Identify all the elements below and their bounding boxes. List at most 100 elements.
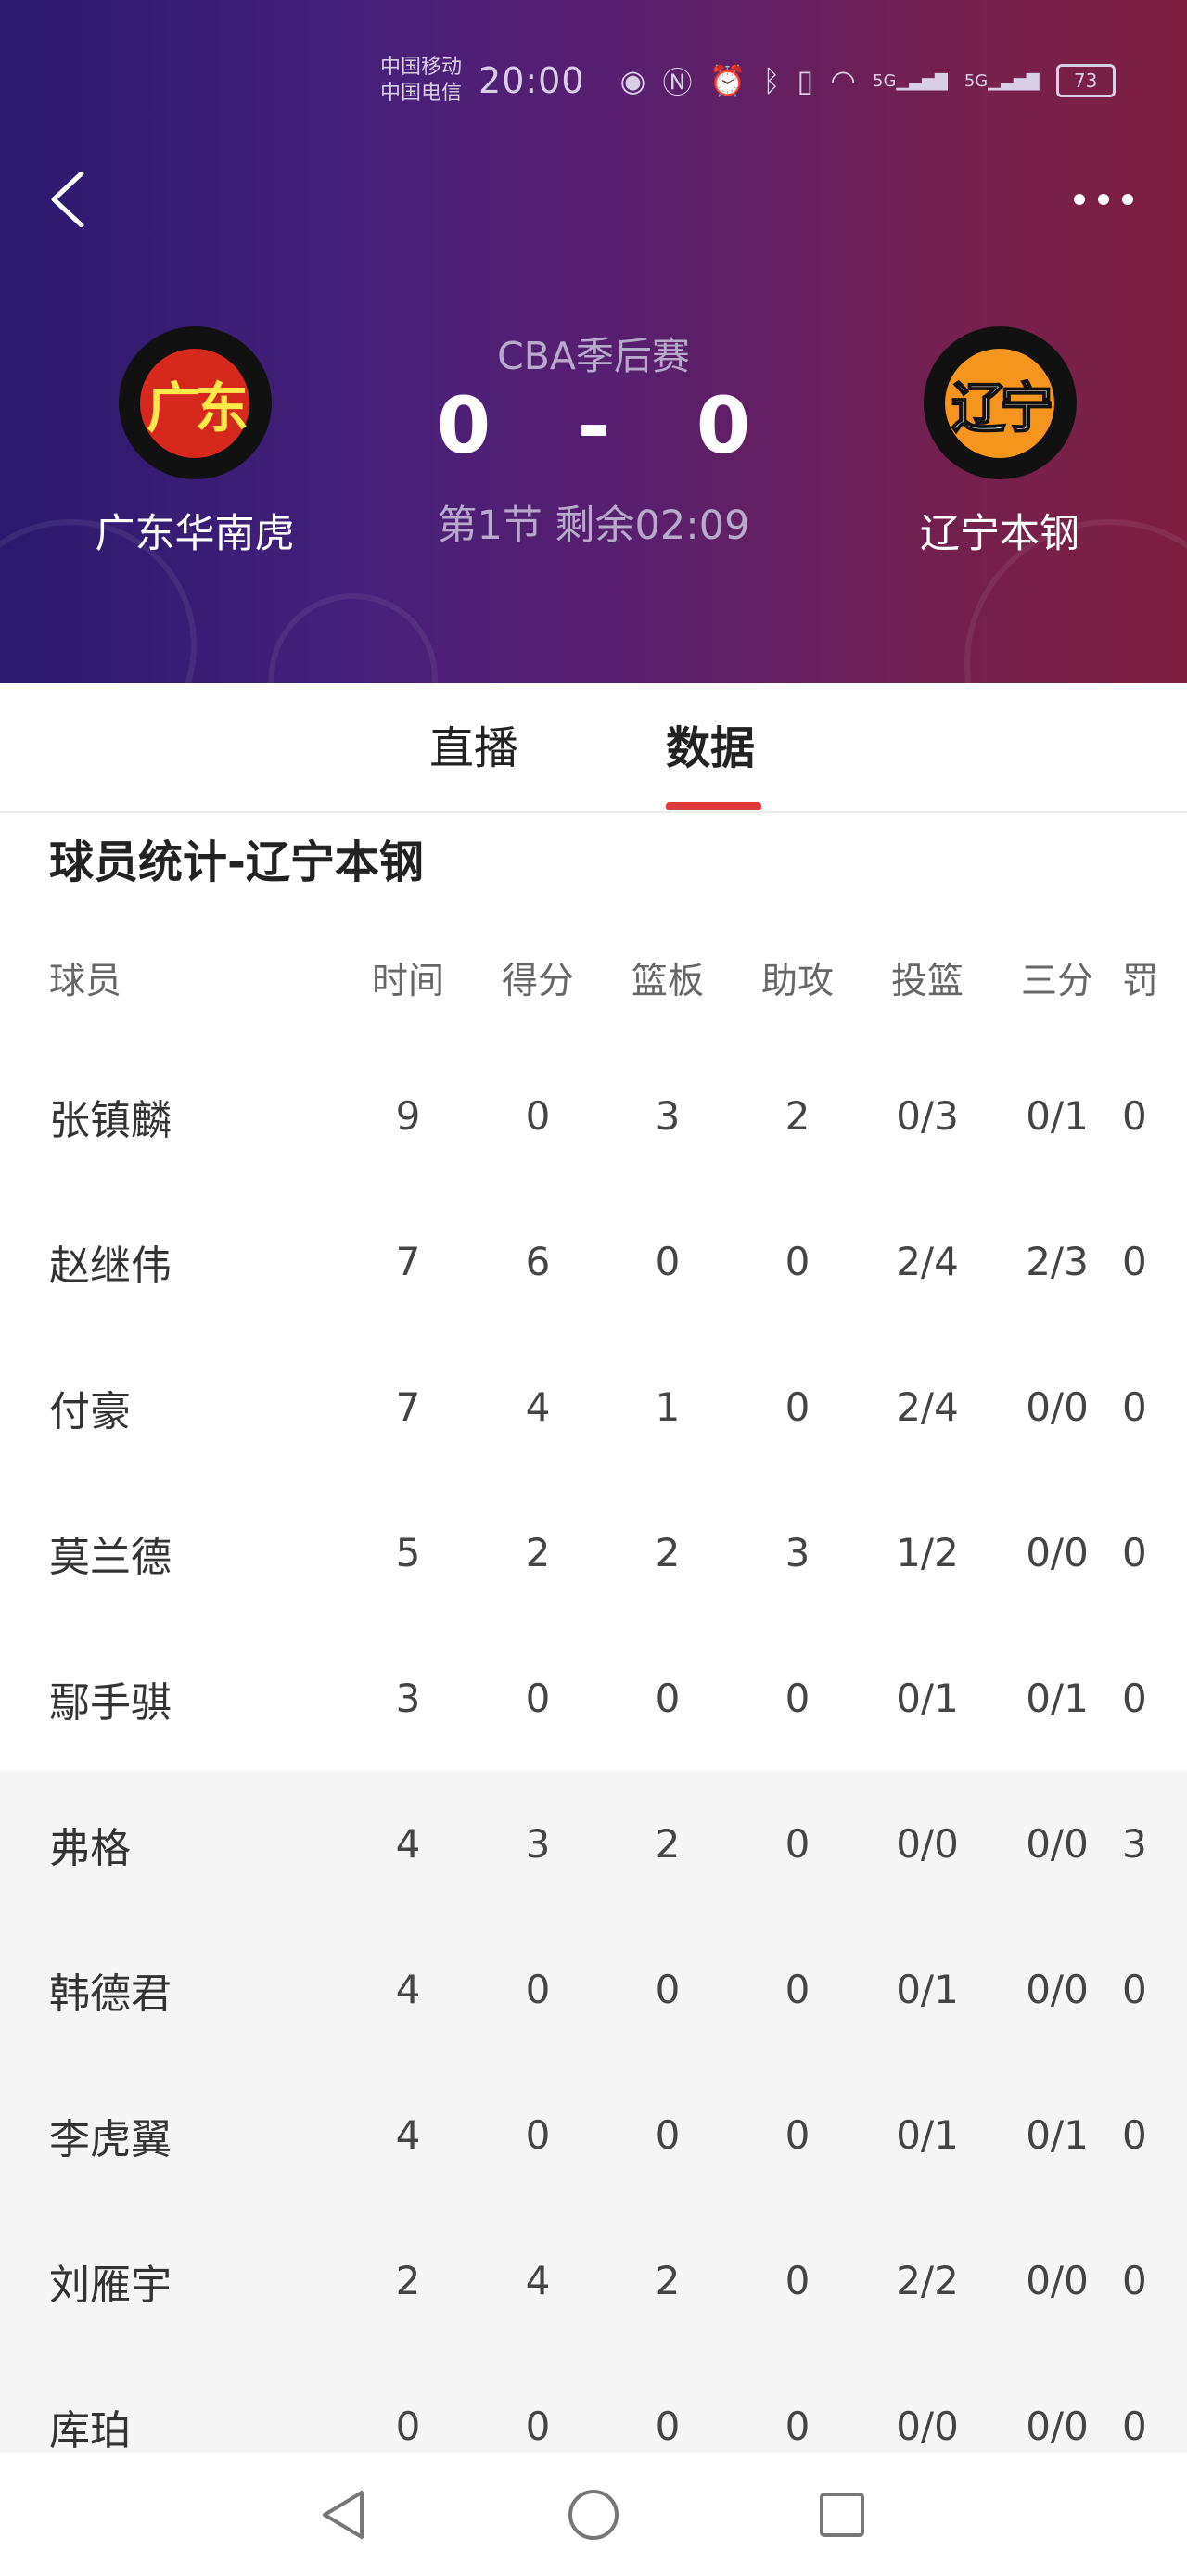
away-score: 0 bbox=[696, 380, 751, 471]
status-time: 20:00 bbox=[479, 60, 585, 101]
table-row[interactable]: 赵继伟 7 6 0 0 2/4 2/3 0 bbox=[0, 1189, 1187, 1334]
stat-cell: 0/0 bbox=[1026, 1384, 1089, 1430]
away-team-logo: 辽宁 bbox=[923, 326, 1077, 479]
player-name: 鄢手骐 bbox=[49, 1678, 172, 1727]
stat-cell: 6 bbox=[525, 1239, 551, 1284]
more-dots-icon bbox=[1074, 194, 1133, 205]
tab-data[interactable]: 数据 bbox=[666, 711, 755, 776]
home-team[interactable]: 广东 广东华南虎 bbox=[56, 326, 334, 559]
score-separator: - bbox=[577, 380, 610, 471]
battery-icon: 73 bbox=[1055, 64, 1116, 97]
stat-cell: 0 bbox=[655, 1239, 681, 1284]
stat-cell: 0 bbox=[1122, 2258, 1147, 2303]
col-header-rebounds: 篮板 bbox=[631, 961, 704, 1002]
away-team[interactable]: 辽宁 辽宁本钢 bbox=[861, 326, 1139, 559]
player-name: 弗格 bbox=[49, 1824, 131, 1872]
stat-cell: 4 bbox=[395, 1821, 421, 1867]
stat-cell: 0 bbox=[525, 1967, 551, 2012]
stat-cell: 0/0 bbox=[896, 1821, 959, 1867]
nav-recents-button[interactable] bbox=[812, 2485, 872, 2544]
league-name: CBA季后赛 bbox=[497, 334, 690, 378]
nav-home-button[interactable] bbox=[564, 2485, 623, 2544]
stat-cell: 4 bbox=[525, 2258, 551, 2303]
carrier-labels: 中国移动 中国电信 bbox=[380, 55, 462, 107]
stat-cell: 0/1 bbox=[1026, 1676, 1089, 1721]
stat-cell: 0/1 bbox=[1026, 2112, 1089, 2158]
stat-cell: 0 bbox=[1122, 1384, 1147, 1430]
more-button[interactable] bbox=[1066, 181, 1141, 218]
stat-cell: 0 bbox=[1122, 2404, 1147, 2449]
stat-cell: 0 bbox=[1122, 1530, 1147, 1575]
table-row[interactable]: 弗格 4 3 2 0 0/0 0/0 3 bbox=[0, 1771, 1187, 1917]
stat-cell: 3 bbox=[395, 1676, 421, 1721]
col-header-assists: 助攻 bbox=[760, 961, 834, 1002]
stat-cell: 0 bbox=[785, 1239, 810, 1284]
signal-1-icon: 5G▁▃▅▇ bbox=[873, 70, 948, 91]
stat-cell: 2/4 bbox=[896, 1239, 959, 1284]
stat-cell: 3 bbox=[785, 1530, 810, 1575]
stat-cell: 0 bbox=[525, 2112, 551, 2158]
col-header-three-pointers: 三分 bbox=[1020, 961, 1093, 1002]
stat-cell: 0/1 bbox=[896, 2112, 959, 2158]
match-header: 中国移动 中国电信 20:00 ◉ Ⓝ ⏰ ᛒ ▯ ◠ 5G▁▃▅▇ 5G▁▃▅… bbox=[0, 0, 1187, 683]
stat-cell: 0/0 bbox=[1026, 1530, 1089, 1575]
home-score: 0 bbox=[436, 380, 491, 471]
carrier-2: 中国电信 bbox=[380, 82, 463, 105]
player-name: 韩德君 bbox=[49, 1970, 172, 2018]
player-name: 李虎翼 bbox=[49, 2115, 172, 2163]
table-row[interactable]: 莫兰德 5 2 2 3 1/2 0/0 0 bbox=[0, 1480, 1187, 1626]
table-row[interactable]: 鄢手骐 3 0 0 0 0/1 0/1 0 bbox=[0, 1626, 1187, 1771]
game-period: 第1节 剩余02:09 bbox=[437, 503, 750, 549]
stat-cell: 0 bbox=[785, 1821, 810, 1867]
circle-home-icon bbox=[568, 2490, 619, 2540]
stats-section-title: 球员统计-辽宁本钢 bbox=[49, 836, 424, 888]
home-logo-text: 广东 bbox=[146, 376, 249, 440]
eye-icon: ◉ bbox=[619, 63, 646, 98]
table-row[interactable]: 付豪 7 4 1 0 2/4 0/0 0 bbox=[0, 1334, 1187, 1480]
stat-cell: 5 bbox=[395, 1530, 421, 1575]
stat-cell: 0/1 bbox=[896, 1676, 959, 1721]
bluetooth-icon: ᛒ bbox=[762, 63, 781, 98]
col-header-player: 球员 bbox=[49, 961, 122, 1002]
chevron-left-icon bbox=[51, 171, 84, 228]
stat-cell: 0/1 bbox=[1026, 1093, 1089, 1139]
stat-cell: 2 bbox=[655, 2258, 681, 2303]
back-button[interactable] bbox=[46, 171, 93, 228]
stat-cell: 7 bbox=[395, 1384, 421, 1430]
stat-cell: 0/1 bbox=[896, 1967, 959, 2012]
stat-cell: 9 bbox=[395, 1093, 421, 1139]
table-row[interactable]: 张镇麟 9 0 3 2 0/3 0/1 0 bbox=[0, 1043, 1187, 1189]
stat-cell: 4 bbox=[395, 1967, 421, 2012]
stat-cell: 3 bbox=[525, 1821, 551, 1867]
table-row[interactable]: 李虎翼 4 0 0 0 0/1 0/1 0 bbox=[0, 2062, 1187, 2208]
scoreboard: 0 - 0 bbox=[408, 380, 779, 471]
stat-cell: 0 bbox=[655, 2112, 681, 2158]
stat-cell: 1/2 bbox=[896, 1530, 959, 1575]
stat-cell: 0 bbox=[1122, 1967, 1147, 2012]
stat-cell: 0/3 bbox=[896, 1093, 959, 1139]
stat-cell: 0 bbox=[785, 1967, 810, 2012]
col-header-points: 得分 bbox=[501, 961, 574, 1002]
stat-cell: 2 bbox=[785, 1093, 810, 1139]
nav-back-button[interactable] bbox=[315, 2485, 375, 2544]
stat-cell: 3 bbox=[655, 1093, 681, 1139]
stat-cell: 0 bbox=[1122, 1093, 1147, 1139]
stat-cell: 0/0 bbox=[1026, 2404, 1089, 2449]
decor-circle bbox=[269, 593, 438, 683]
table-header: 球员 时间 得分 篮板 助攻 投篮 三分 罚 bbox=[0, 913, 1187, 1043]
stat-cell: 2 bbox=[655, 1530, 681, 1575]
stat-cell: 0/0 bbox=[1026, 2258, 1089, 2303]
table-row[interactable]: 韩德君 4 0 0 0 0/1 0/0 0 bbox=[0, 1917, 1187, 2062]
stat-cell: 0 bbox=[785, 2112, 810, 2158]
stat-cell: 0 bbox=[525, 2404, 551, 2449]
square-recents-icon bbox=[820, 2493, 864, 2537]
alarm-icon: ⏰ bbox=[708, 63, 747, 98]
signal-2-icon: 5G▁▃▅▇ bbox=[964, 70, 1040, 91]
system-nav-bar bbox=[0, 2453, 1187, 2576]
player-name: 付豪 bbox=[49, 1387, 131, 1435]
table-row[interactable]: 刘雁宇 2 4 2 0 2/2 0/0 0 bbox=[0, 2208, 1187, 2353]
tab-live[interactable]: 直播 bbox=[429, 711, 518, 776]
home-team-logo: 广东 bbox=[118, 326, 272, 479]
col-header-free-throws: 罚 bbox=[1122, 961, 1159, 1002]
stat-cell: 0 bbox=[785, 1384, 810, 1430]
